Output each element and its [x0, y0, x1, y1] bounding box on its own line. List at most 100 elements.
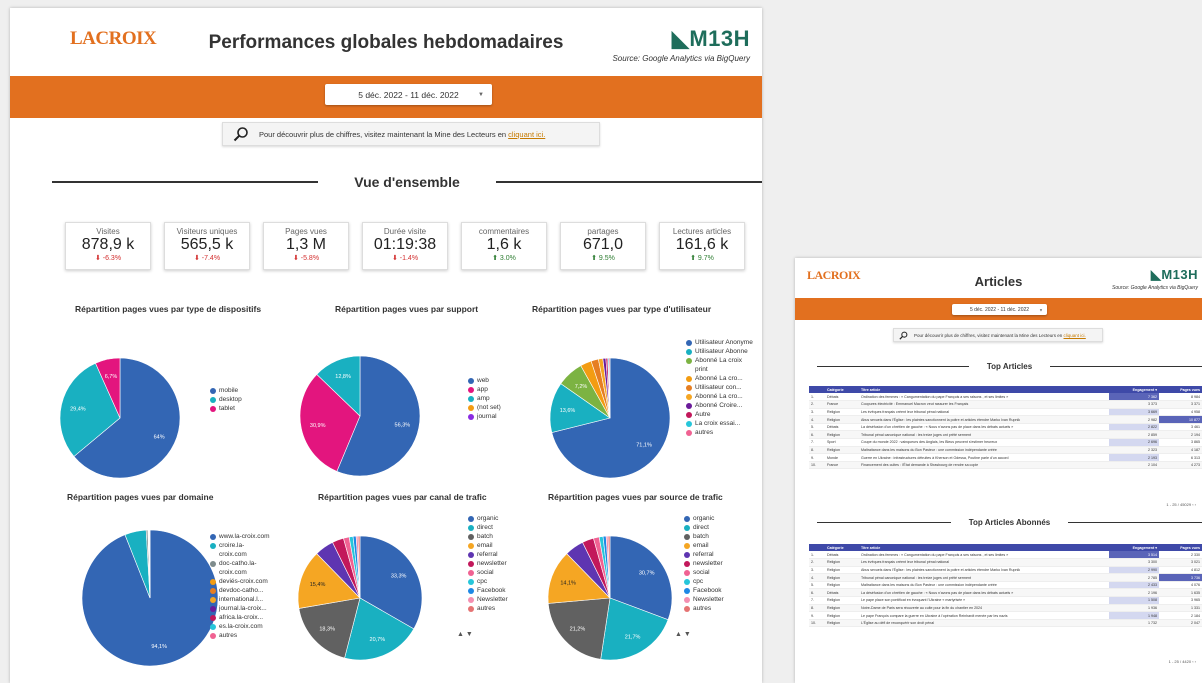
kpi-label: Durée visite	[383, 227, 427, 236]
legend-label: international.l...	[219, 596, 264, 603]
table-row[interactable]: 8. Religion Maltraitance dans les maisons …	[809, 446, 1202, 455]
legend-dot-icon	[210, 396, 216, 403]
table-row[interactable]: 5. Religion Maltraitance dans les maisons …	[809, 581, 1202, 590]
legend-label: batch	[477, 533, 493, 540]
banner-link[interactable]: cliquant ici.	[1064, 333, 1086, 338]
table-row[interactable]: 3. Religion Abus sexuels dans l'Église : l…	[809, 566, 1202, 575]
column-header[interactable]: Pages vues	[1159, 544, 1202, 551]
legend-item[interactable]: newsletter	[684, 559, 746, 568]
table-row[interactable]: 4. Religion Tribunal pénal canonique natio…	[809, 573, 1202, 582]
legend-item[interactable]: La croix essai...	[686, 419, 756, 428]
legend-item[interactable]: Autre	[686, 410, 756, 419]
column-header[interactable]: Engagement ▾	[1109, 544, 1159, 551]
date-range-picker[interactable]: 5 déc. 2022 - 11 déc. 2022 ▼	[952, 304, 1047, 315]
table-row[interactable]: 10. France Financement des cultes : l'État…	[809, 461, 1202, 470]
table-row[interactable]: 6. Religion Tribunal pénal canonique natio…	[809, 430, 1202, 440]
legend-dot-icon	[684, 542, 690, 549]
m13h-logo: ◣M13H	[1151, 267, 1198, 283]
kpi-card: Visiteurs uniques 565,5 k ⬇ -7.4%	[164, 222, 250, 270]
table-row[interactable]: 9. Religion Le pape François compare la gu…	[809, 611, 1202, 620]
table-row[interactable]: 7. Religion Le pape place son pontificat e…	[809, 596, 1202, 605]
arrow-up-icon: ⬆	[591, 255, 597, 262]
legend-item[interactable]: organic	[684, 514, 746, 523]
caret-down-icon: ▼	[1039, 307, 1043, 312]
column-header	[809, 544, 825, 551]
table-row[interactable]: 2. France Coopures électricité : Emmanuel …	[809, 400, 1202, 409]
legend-pager[interactable]: ▲ ▼	[457, 631, 473, 638]
section-overview: Vue d'ensemble	[10, 174, 762, 190]
section-top-subscriber-articles: Top Articles Abonnés	[795, 518, 1202, 527]
legend-label: email	[477, 542, 493, 549]
kpi-value: 01:19:38	[373, 236, 437, 253]
table-row[interactable]: 9. Monde Guerre en Ukraine : infrastructur…	[809, 453, 1202, 462]
legend-dot-icon	[468, 578, 474, 585]
table-row[interactable]: 4. Religion Abus sexuels dans l'Église : l…	[809, 415, 1202, 424]
legend-item[interactable]: Utilisateur con...	[686, 383, 756, 392]
table-pagination[interactable]: 1 - 25 / 4420 ‹ ›	[1169, 659, 1196, 664]
section-top-articles: Top Articles	[795, 362, 1202, 371]
table-row[interactable]: 8. Religion Notre-Dame de Paris sera réouv…	[809, 604, 1202, 613]
table-row[interactable]: 1. Débats Ordination des femmes : « Cangum…	[809, 393, 1202, 402]
table-cell: Religion	[825, 596, 859, 605]
column-header[interactable]: Engagement ▾	[1109, 386, 1159, 393]
table-cell: 3 865	[1159, 438, 1202, 447]
kpi-value: 671,0	[582, 236, 624, 253]
top-subscriber-articles-table: Catégorie Titre article Engagement ▾ Pages …	[809, 544, 1202, 628]
legend-item[interactable]: Utilisateur Anonyme	[686, 338, 756, 347]
date-range-picker[interactable]: 5 déc. 2022 - 11 déc. 2022 ▼	[325, 84, 492, 105]
pie-chart-support: Répartition pages vues par support 56,3% 3…	[260, 288, 510, 478]
legend-item[interactable]: Newsletter	[684, 595, 746, 604]
legend-item[interactable]: autres	[684, 604, 746, 613]
legend-item[interactable]: Facebook	[684, 586, 746, 595]
table-row[interactable]: 5. Débats La déséfusion d'un chrétien de g…	[809, 423, 1202, 432]
legend-item[interactable]: Abonné La cro...	[686, 374, 756, 383]
legend-item[interactable]: Utilisateur Abonne	[686, 347, 756, 356]
slice-label: 7,2%	[575, 384, 588, 390]
table-cell: La déséfusion d'un chrétien de gauche : …	[859, 423, 1109, 432]
table-row[interactable]: 7. Sport Coupe du monde 2022 : vainqueurs …	[809, 438, 1202, 447]
table-row[interactable]: 2. Religion Les évêques français créent le…	[809, 558, 1202, 567]
arrow-down-icon: ⬇	[292, 255, 299, 262]
m13h-z-icon: ◣	[671, 26, 690, 51]
table-cell: 10 877	[1159, 415, 1202, 424]
legend-label: Facebook	[693, 587, 722, 594]
table-cell: 4 273	[1159, 461, 1202, 470]
table-row[interactable]: 1. Débats Ordination des femmes : « Cangum…	[809, 551, 1202, 560]
legend-item[interactable]: autres	[686, 428, 756, 437]
banner-link[interactable]: cliquant ici.	[508, 130, 545, 139]
arrow-down-icon: ⬇	[391, 255, 398, 262]
divider	[495, 181, 762, 183]
legend-item[interactable]: Abonné La croix print	[686, 356, 756, 374]
legend-pager[interactable]: ▲ ▼	[675, 631, 691, 638]
legend-item[interactable]: direct	[684, 523, 746, 532]
legend-item[interactable]: Abonné Croire...	[686, 401, 756, 410]
table-row[interactable]: 10. Religion L'Église au défi de reconquér…	[809, 619, 1202, 628]
kpi-label: Visites	[96, 227, 120, 236]
legend-item[interactable]: batch	[684, 532, 746, 541]
legend-item[interactable]: cpc	[684, 577, 746, 586]
table-cell: Religion	[825, 430, 859, 440]
legend-dot-icon	[210, 623, 216, 630]
table-row[interactable]: 3. Religion Les évêques français créent le…	[809, 408, 1202, 417]
column-header[interactable]: Pages vues	[1159, 386, 1202, 393]
legend-item[interactable]: referral	[684, 550, 746, 559]
legend-item[interactable]: email	[684, 541, 746, 550]
date-range-value: 5 déc. 2022 - 11 déc. 2022	[358, 89, 459, 100]
legend-dot-icon	[468, 533, 474, 540]
legend-label: referral	[477, 551, 498, 558]
legend-item[interactable]: Abonné La cro...	[686, 392, 756, 401]
table-cell: 2 330	[1159, 551, 1202, 560]
legend-item[interactable]: social	[684, 568, 746, 577]
legend-dot-icon	[684, 605, 690, 612]
table-pagination[interactable]: 1 - 25 / 45029 ‹ ›	[1166, 502, 1196, 507]
table-cell: 2 785	[1109, 573, 1159, 582]
table-cell: 8.	[809, 604, 825, 613]
column-header: Titre article	[859, 386, 1109, 393]
table-cell: 4.	[809, 415, 825, 424]
legend-label: social	[477, 569, 494, 576]
table-row[interactable]: 6. Débats La déséfusion d'un chrétien de g…	[809, 588, 1202, 598]
legend-label: Facebook	[477, 587, 506, 594]
legend-dot-icon	[468, 377, 474, 384]
legend-dot-icon	[468, 560, 474, 567]
table-cell: 3.	[809, 408, 825, 417]
